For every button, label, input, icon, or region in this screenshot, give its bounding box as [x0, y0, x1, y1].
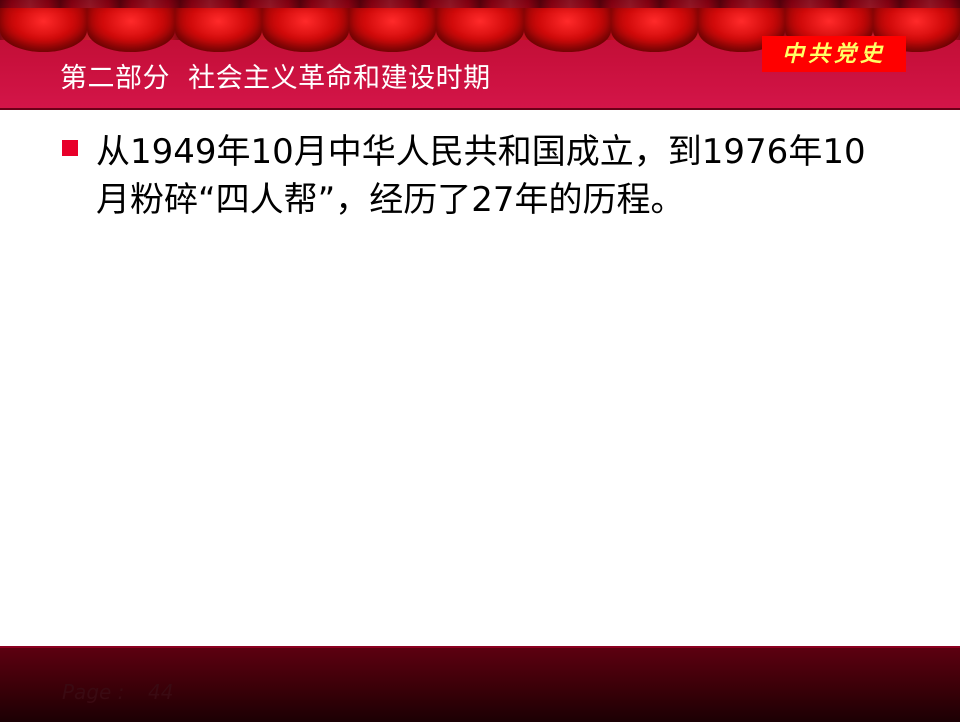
square-bullet-icon [62, 140, 78, 156]
slide-header: 第二部分 社会主义革命和建设时期 中共党史 [0, 0, 960, 110]
party-history-badge: 中共党史 [762, 36, 906, 72]
slide-footer: Page : 44 [0, 646, 960, 722]
page-label: Page : [62, 680, 125, 704]
page-number: 44 [148, 680, 174, 704]
header-divider [0, 108, 960, 110]
section-title: 第二部分 社会主义革命和建设时期 [60, 63, 491, 94]
bullet-text: 从1949年10月中华人民共和国成立，到1976年10月粉碎“四人帮”，经历了2… [96, 132, 866, 220]
